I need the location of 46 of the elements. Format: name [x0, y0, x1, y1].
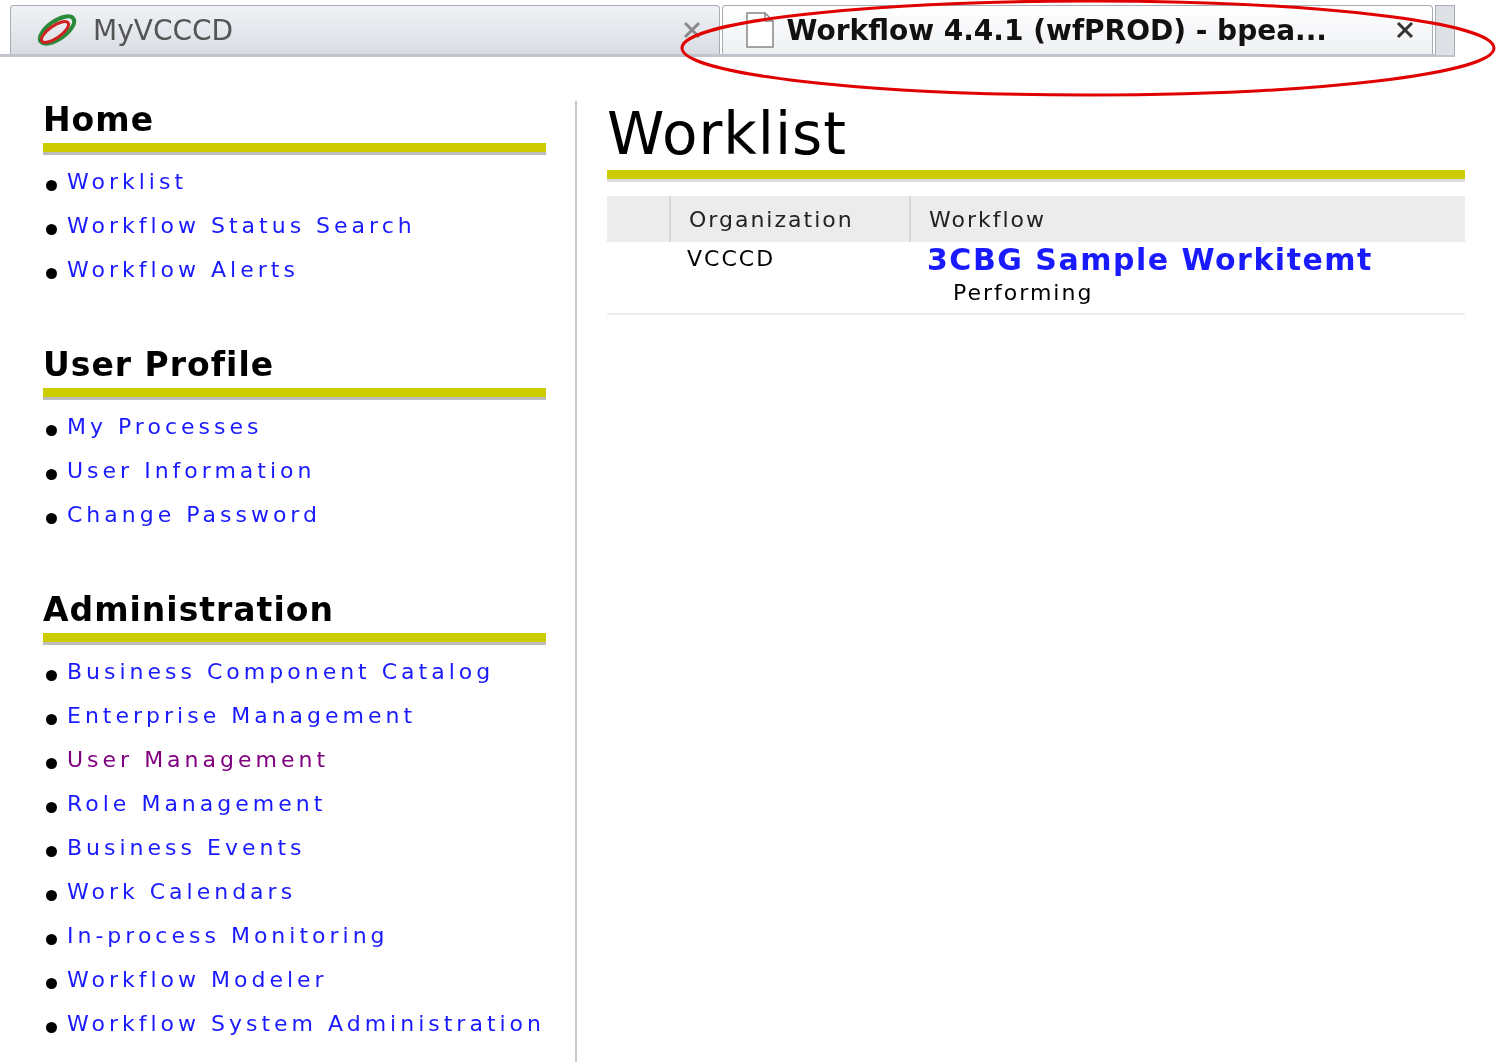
tab-strip-edge — [1435, 5, 1455, 55]
nav-link[interactable]: Role Management — [67, 789, 327, 818]
bullet-icon — [46, 268, 57, 279]
tab-title: MyVCCCD — [93, 13, 235, 47]
bullet-icon — [46, 1022, 57, 1033]
bullet-icon — [46, 714, 57, 725]
bullet-icon — [46, 846, 57, 857]
browser-tab[interactable]: Workflow 4.4.1 (wfPROD) - bpea... — [721, 5, 1434, 54]
table-cell: VCCCD — [687, 246, 776, 271]
bullet-icon — [46, 180, 57, 191]
nav-link[interactable]: Business Events — [67, 833, 306, 862]
section-heading: Administration — [43, 591, 334, 629]
nav-link[interactable]: In-process Monitoring — [67, 921, 389, 950]
column-header[interactable]: Workflow — [909, 196, 1465, 242]
browser-tab[interactable]: MyVCCCD — [10, 5, 720, 54]
nav-link[interactable]: Workflow System Administration — [67, 1009, 546, 1038]
bullet-icon — [46, 934, 57, 945]
nav-link[interactable]: Change Password — [67, 500, 321, 529]
nav-link[interactable]: User Management — [67, 745, 330, 774]
nav-link[interactable]: Enterprise Management — [67, 701, 417, 730]
bullet-icon — [46, 469, 57, 480]
nav-link[interactable]: User Information — [67, 456, 316, 485]
bullet-icon — [46, 224, 57, 235]
section-heading: Home — [43, 101, 155, 139]
workitem-link[interactable]: 3CBG Sample Workitemt — [927, 242, 1373, 278]
status-text: Performing — [953, 280, 1094, 305]
section-heading: User Profile — [43, 346, 275, 384]
tab-title: Workflow 4.4.1 (wfPROD) - bpea... — [786, 13, 1328, 47]
bullet-icon — [46, 425, 57, 436]
column-header[interactable]: Organization — [669, 196, 909, 242]
nav-link[interactable]: Workflow Modeler — [67, 965, 328, 994]
page-title: Worklist — [607, 101, 848, 167]
bullet-icon — [46, 978, 57, 989]
bullet-icon — [46, 802, 57, 813]
page-icon — [744, 12, 775, 48]
bullet-icon — [46, 758, 57, 769]
bullet-icon — [46, 890, 57, 901]
nav-link[interactable]: Work Calendars — [67, 877, 297, 906]
nav-link[interactable]: Workflow Alerts — [67, 255, 299, 284]
nav-link[interactable]: Workflow Status Search — [67, 211, 416, 240]
nav-link[interactable]: Worklist — [67, 167, 188, 196]
column-header — [607, 196, 669, 242]
nav-link[interactable]: My Processes — [67, 412, 263, 441]
bullet-icon — [46, 513, 57, 524]
nav-link[interactable]: Business Component Catalog — [67, 657, 495, 686]
bullet-icon — [46, 670, 57, 681]
